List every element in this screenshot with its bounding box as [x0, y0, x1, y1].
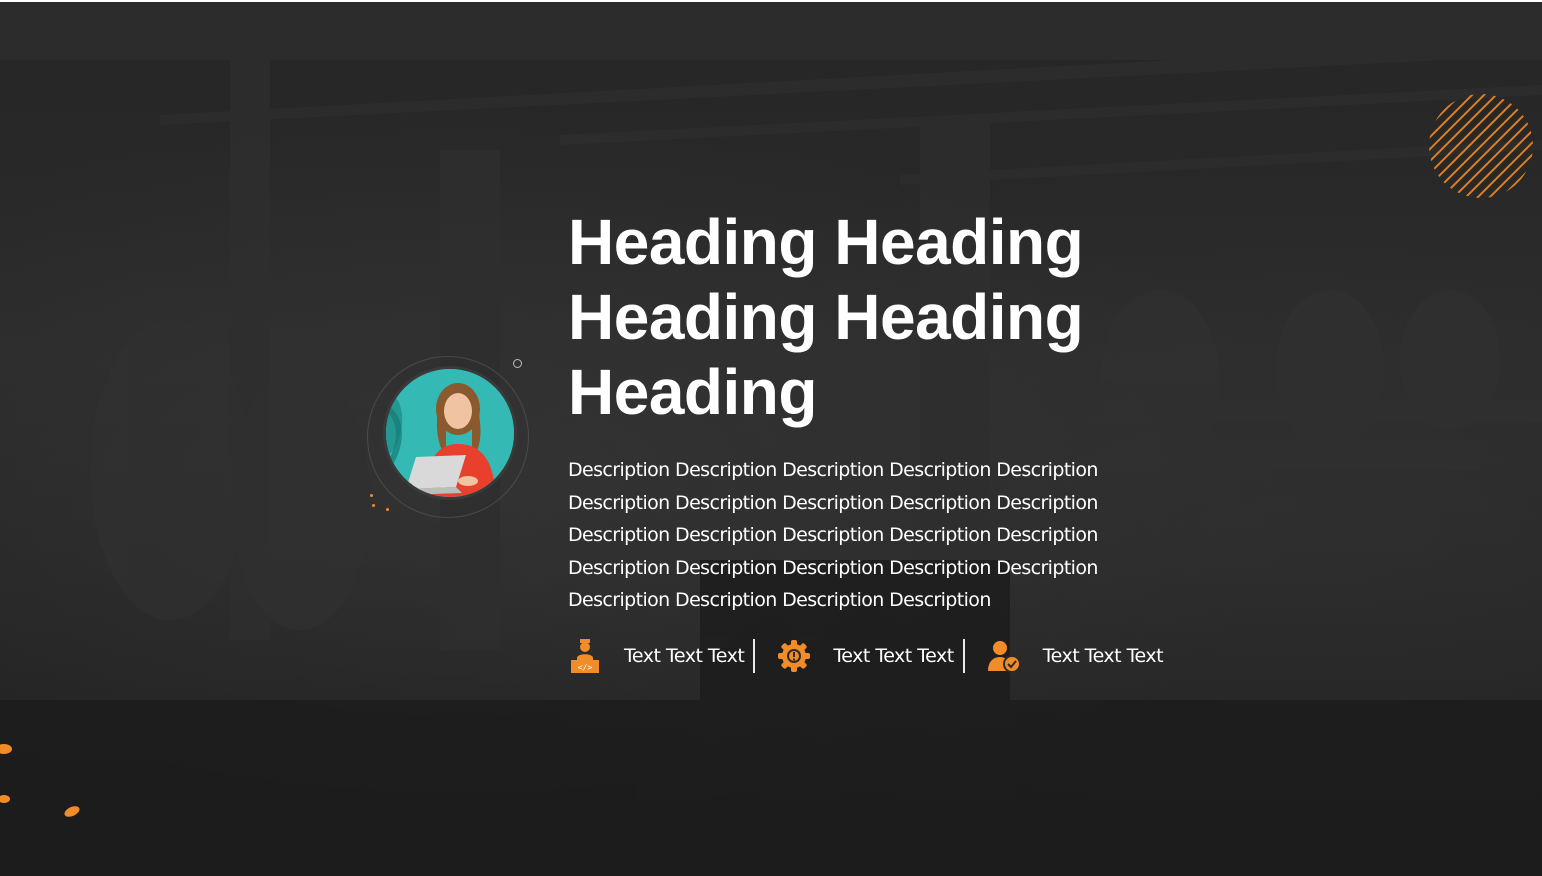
woman-with-laptop-photo [386, 369, 514, 497]
feature-item: Text Text Text [777, 636, 954, 676]
feature-label: Text Text Text [1042, 645, 1164, 667]
feature-divider [753, 639, 756, 673]
feature-label: Text Text Text [833, 645, 954, 667]
feature-item: </> Text Text Text [568, 636, 745, 676]
feature-item: Text Text Text [987, 636, 1164, 676]
avatar [383, 366, 517, 500]
hero-heading: Heading Heading Heading Heading Heading [568, 206, 1084, 428]
feature-label: Text Text Text [624, 645, 745, 667]
developer-icon: </> [568, 638, 602, 674]
hero-content: Heading Heading Heading Heading Heading … [568, 205, 1268, 617]
user-check-icon [987, 638, 1021, 674]
hero-description: Description Description Description Desc… [568, 459, 1098, 611]
feature-list: </> Text Text Text Text Text Text Text T… [568, 636, 1164, 676]
gear-alert-icon [777, 638, 811, 674]
small-ring-decoration [513, 359, 522, 368]
feature-divider [962, 639, 965, 673]
striped-circle-decoration [1429, 94, 1533, 198]
top-border [0, 0, 1542, 2]
svg-text:</>: </> [578, 663, 593, 672]
